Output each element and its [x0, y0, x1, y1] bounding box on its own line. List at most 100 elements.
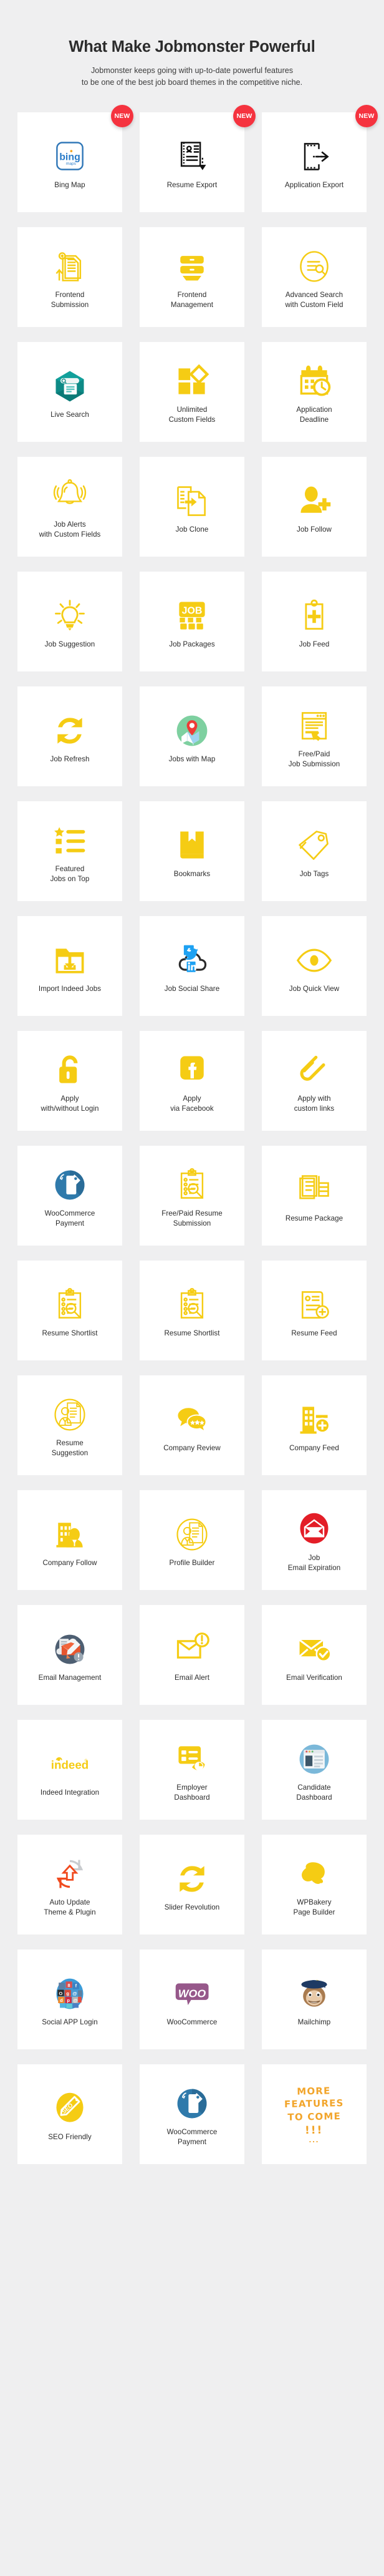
- feature-card[interactable]: Bookmarks: [140, 801, 244, 901]
- auto-update-icon: [21, 1853, 118, 1895]
- company-feed-icon: [266, 1398, 363, 1441]
- more-features-exclamation: !!!: [305, 2124, 324, 2137]
- feature-label: Candidate Dashboard: [296, 1783, 332, 1802]
- feature-label: Job Feed: [299, 640, 330, 648]
- feature-card[interactable]: Apply with/without Login: [17, 1030, 122, 1131]
- feature-card[interactable]: Import Indeed Jobs: [17, 915, 122, 1016]
- mailchimp-icon: [266, 1973, 363, 2015]
- feature-card[interactable]: MORE FEATURES TO COME!!!...: [262, 2064, 367, 2164]
- feature-card[interactable]: Job Feed: [262, 571, 367, 671]
- feature-card[interactable]: Frontend Submission: [17, 227, 122, 327]
- feature-card[interactable]: Resume Shortlist: [140, 1260, 244, 1360]
- feature-card[interactable]: JOB Job Packages: [140, 571, 244, 671]
- more-features-text: MORE FEATURES TO COME: [284, 2085, 344, 2123]
- feature-label: WPBakery Page Builder: [293, 1898, 335, 1916]
- feature-label: Application Deadline: [296, 406, 332, 424]
- indeed-logo-icon: indeed ®: [21, 1743, 118, 1785]
- feature-card[interactable]: WOO WooCommerce: [140, 1949, 244, 2049]
- feature-card[interactable]: Company Review: [140, 1375, 244, 1475]
- feature-label: Mailchimp: [297, 2017, 331, 2026]
- feature-card[interactable]: Resume Shortlist: [17, 1260, 122, 1360]
- feature-card[interactable]: Apply via Facebook: [140, 1030, 244, 1131]
- feature-card[interactable]: Job Email Expiration: [262, 1490, 367, 1590]
- feature-label: Job Refresh: [50, 754, 90, 763]
- feature-card[interactable]: Job Tags: [262, 801, 367, 901]
- feature-card[interactable]: Job Clone: [140, 456, 244, 557]
- job-suggestion-lightbulb-icon: [21, 595, 118, 637]
- feature-card[interactable]: Live Search: [17, 341, 122, 442]
- feature-card[interactable]: Frontend Management: [140, 227, 244, 327]
- frontend-submission-icon: [21, 245, 118, 288]
- feature-label: Jobs with Map: [168, 754, 216, 763]
- feature-label: Email Verification: [286, 1673, 342, 1682]
- feature-card[interactable]: Email Alert: [140, 1604, 244, 1705]
- feature-label: Employer Dashboard: [174, 1783, 210, 1802]
- feature-card[interactable]: WooCommerce Payment: [17, 1145, 122, 1246]
- svg-text:bing: bing: [59, 152, 80, 163]
- svg-text:WOO: WOO: [178, 1988, 206, 2000]
- feature-card[interactable]: Job Quick View: [262, 915, 367, 1016]
- feature-label: Featured Jobs on Top: [50, 865, 90, 883]
- feature-card[interactable]: Employer Dashboard: [140, 1719, 244, 1820]
- svg-text:8: 8: [68, 1983, 70, 1988]
- feature-card[interactable]: Profile Builder: [140, 1490, 244, 1590]
- feature-card[interactable]: WooCommerce Payment: [140, 2064, 244, 2164]
- svg-text:@: @: [73, 1998, 77, 2003]
- feature-card[interactable]: Featured Jobs on Top: [17, 801, 122, 901]
- bing-map-icon: bing maps: [21, 135, 118, 178]
- apply-lock-icon: [21, 1049, 118, 1091]
- feature-card[interactable]: Candidate Dashboard: [262, 1719, 367, 1820]
- feature-label: Social APP Login: [42, 2017, 98, 2026]
- feature-label: Unlimited Custom Fields: [168, 406, 216, 424]
- feature-card[interactable]: Job Suggestion: [17, 571, 122, 671]
- feature-card[interactable]: Jobs with Map: [140, 686, 244, 786]
- feature-label: Resume Package: [285, 1214, 343, 1222]
- live-search-icon: [21, 365, 118, 407]
- feature-card[interactable]: Application Deadline: [262, 341, 367, 442]
- job-quick-view-eye-icon: [266, 939, 363, 982]
- feature-card[interactable]: Resume Package: [262, 1145, 367, 1246]
- feature-card[interactable]: Auto Update Theme & Plugin: [17, 1834, 122, 1934]
- feature-card[interactable]: Job Refresh: [17, 686, 122, 786]
- feature-label: WooCommerce: [166, 2017, 218, 2026]
- feature-card[interactable]: Email Verification: [262, 1604, 367, 1705]
- feature-label: Bookmarks: [173, 869, 211, 878]
- feature-card[interactable]: Slider Revolution: [140, 1834, 244, 1934]
- feature-card[interactable]: Company Feed: [262, 1375, 367, 1475]
- free-paid-resume-icon: [143, 1164, 241, 1206]
- feature-card[interactable]: Unlimited Custom Fields: [140, 341, 244, 442]
- feature-card[interactable]: WPBakery Page Builder: [262, 1834, 367, 1934]
- new-badge: NEW: [355, 104, 378, 127]
- feature-card[interactable]: Job Social Share: [140, 915, 244, 1016]
- feature-label: WooCommerce Payment: [44, 1209, 95, 1227]
- svg-text:p: p: [67, 1998, 70, 2003]
- feature-card[interactable]: Email Management: [17, 1604, 122, 1705]
- feature-card[interactable]: 8fgO @ d p @ Social APP Login: [17, 1949, 122, 2049]
- company-review-icon: [143, 1398, 241, 1441]
- feature-card[interactable]: Free/Paid Resume Submission: [140, 1145, 244, 1246]
- feature-label: Free/Paid Job Submission: [288, 750, 340, 768]
- resume-export-icon: [143, 135, 241, 178]
- feature-label: Auto Update Theme & Plugin: [44, 1898, 96, 1916]
- feature-card[interactable]: Job Alerts with Custom Fields: [17, 456, 122, 557]
- feature-card[interactable]: Free/Paid Job Submission: [262, 686, 367, 786]
- feature-card[interactable]: NEW Application Export: [262, 104, 378, 212]
- feature-card[interactable]: NEW bing maps Bing Map: [17, 104, 133, 212]
- feature-card[interactable]: Apply with custom links: [262, 1030, 367, 1131]
- svg-text:g: g: [66, 1991, 69, 1996]
- feature-card[interactable]: Company Follow: [17, 1490, 122, 1590]
- feature-card[interactable]: Job Follow: [262, 456, 367, 557]
- feature-card[interactable]: Mailchimp: [262, 1949, 367, 2049]
- feature-label: Email Management: [38, 1673, 102, 1682]
- feature-card[interactable]: SEO SEO Friendly: [17, 2064, 122, 2164]
- feature-label: Frontend Management: [170, 291, 214, 309]
- feature-label: Advanced Search with Custom Field: [285, 291, 343, 309]
- featured-jobs-list-icon: [21, 819, 118, 862]
- feature-card[interactable]: NEW Resume Export: [140, 104, 256, 212]
- feature-label: Resume Feed: [291, 1329, 337, 1337]
- feature-card[interactable]: Resume Suggestion: [17, 1375, 122, 1475]
- page-title: What Make Jobmonster Powerful: [69, 38, 315, 56]
- feature-card[interactable]: Advanced Search with Custom Field: [262, 227, 367, 327]
- feature-card[interactable]: indeed ® Indeed Integration: [17, 1719, 122, 1820]
- feature-card[interactable]: Resume Feed: [262, 1260, 367, 1360]
